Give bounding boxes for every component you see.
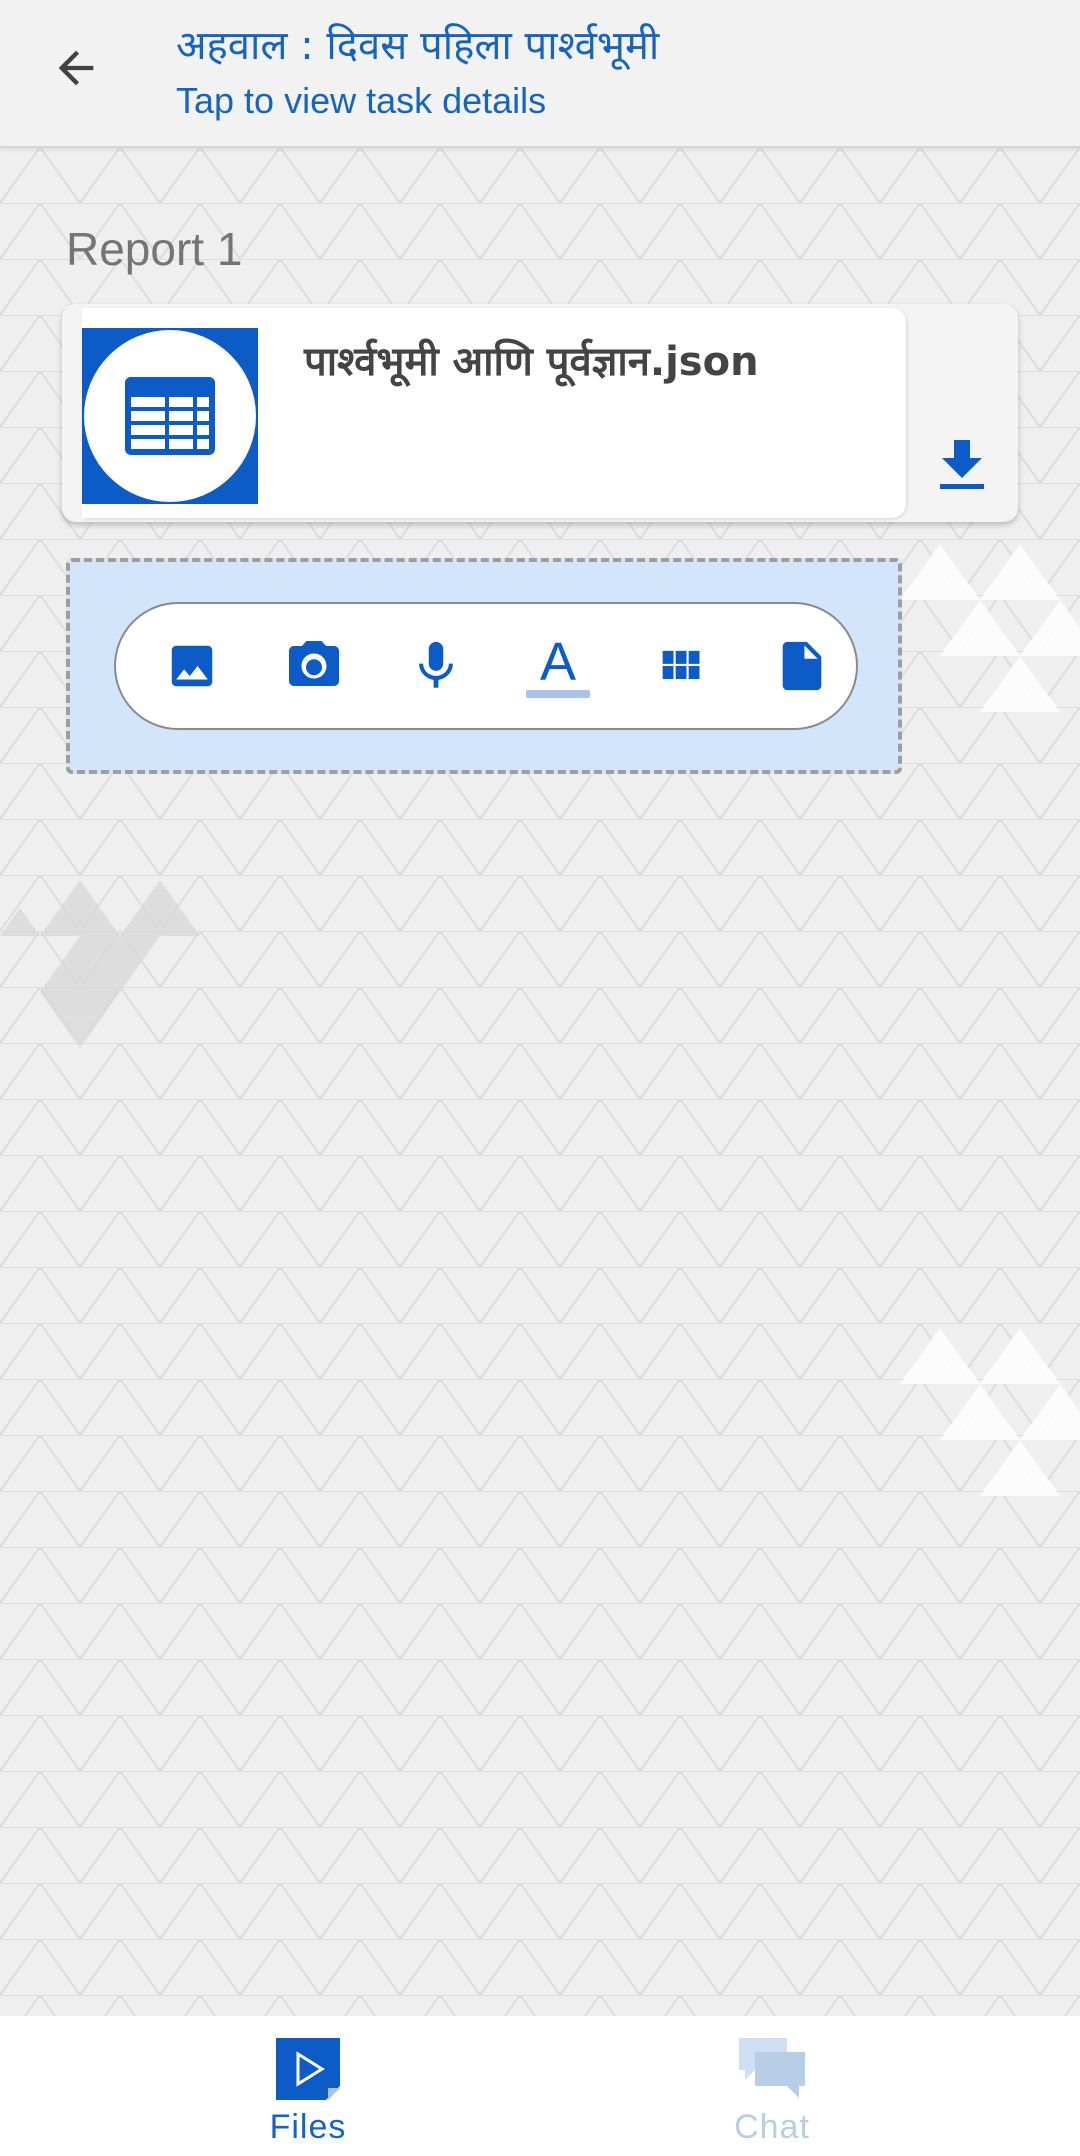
- nav-chat-label: Chat: [734, 2108, 810, 2146]
- record-audio-button[interactable]: [398, 628, 474, 704]
- nav-files[interactable]: Files: [188, 2036, 428, 2156]
- text-icon: A: [526, 632, 590, 698]
- attach-file-button[interactable]: [764, 628, 840, 704]
- file-info[interactable]: पार्श्वभूमी आणि पूर्वज्ञान.json: [82, 308, 906, 518]
- chat-icon: [739, 2038, 805, 2098]
- file-name: पार्श्वभूमी आणि पूर्वज्ञान.json: [304, 339, 759, 385]
- back-button[interactable]: [40, 32, 112, 104]
- add-image-button[interactable]: [154, 628, 230, 704]
- add-content-area[interactable]: A: [66, 558, 902, 774]
- file-card[interactable]: पार्श्वभूमी आणि पूर्वज्ञान.json: [62, 304, 1018, 522]
- microphone-icon: [419, 641, 453, 688]
- files-icon: [276, 2038, 340, 2100]
- add-table-button[interactable]: [642, 628, 718, 704]
- task-title[interactable]: अहवाल : दिवस पहिला पार्श्वभूमी: [176, 16, 659, 71]
- file-thumbnail: [82, 328, 258, 504]
- nav-files-label: Files: [269, 2108, 347, 2146]
- task-details-link[interactable]: Tap to view task details: [176, 80, 546, 122]
- image-icon: [171, 645, 213, 687]
- camera-icon: [289, 641, 339, 686]
- table-icon: [125, 377, 215, 455]
- input-toolbar: A: [114, 602, 858, 730]
- app-header[interactable]: अहवाल : दिवस पहिला पार्श्वभूमी Tap to vi…: [0, 0, 1080, 148]
- nav-chat[interactable]: Chat: [652, 2036, 892, 2156]
- download-icon: [940, 440, 984, 489]
- grid-icon: [662, 650, 700, 679]
- svg-text:A: A: [540, 632, 576, 692]
- report-label: Report 1: [66, 223, 243, 275]
- arrow-left-icon: [58, 50, 94, 86]
- bottom-navigation: Files Chat: [0, 2016, 1080, 2156]
- document-icon: [782, 641, 822, 691]
- download-button[interactable]: [926, 428, 998, 500]
- add-text-button[interactable]: A: [520, 628, 596, 704]
- camera-button[interactable]: [276, 628, 352, 704]
